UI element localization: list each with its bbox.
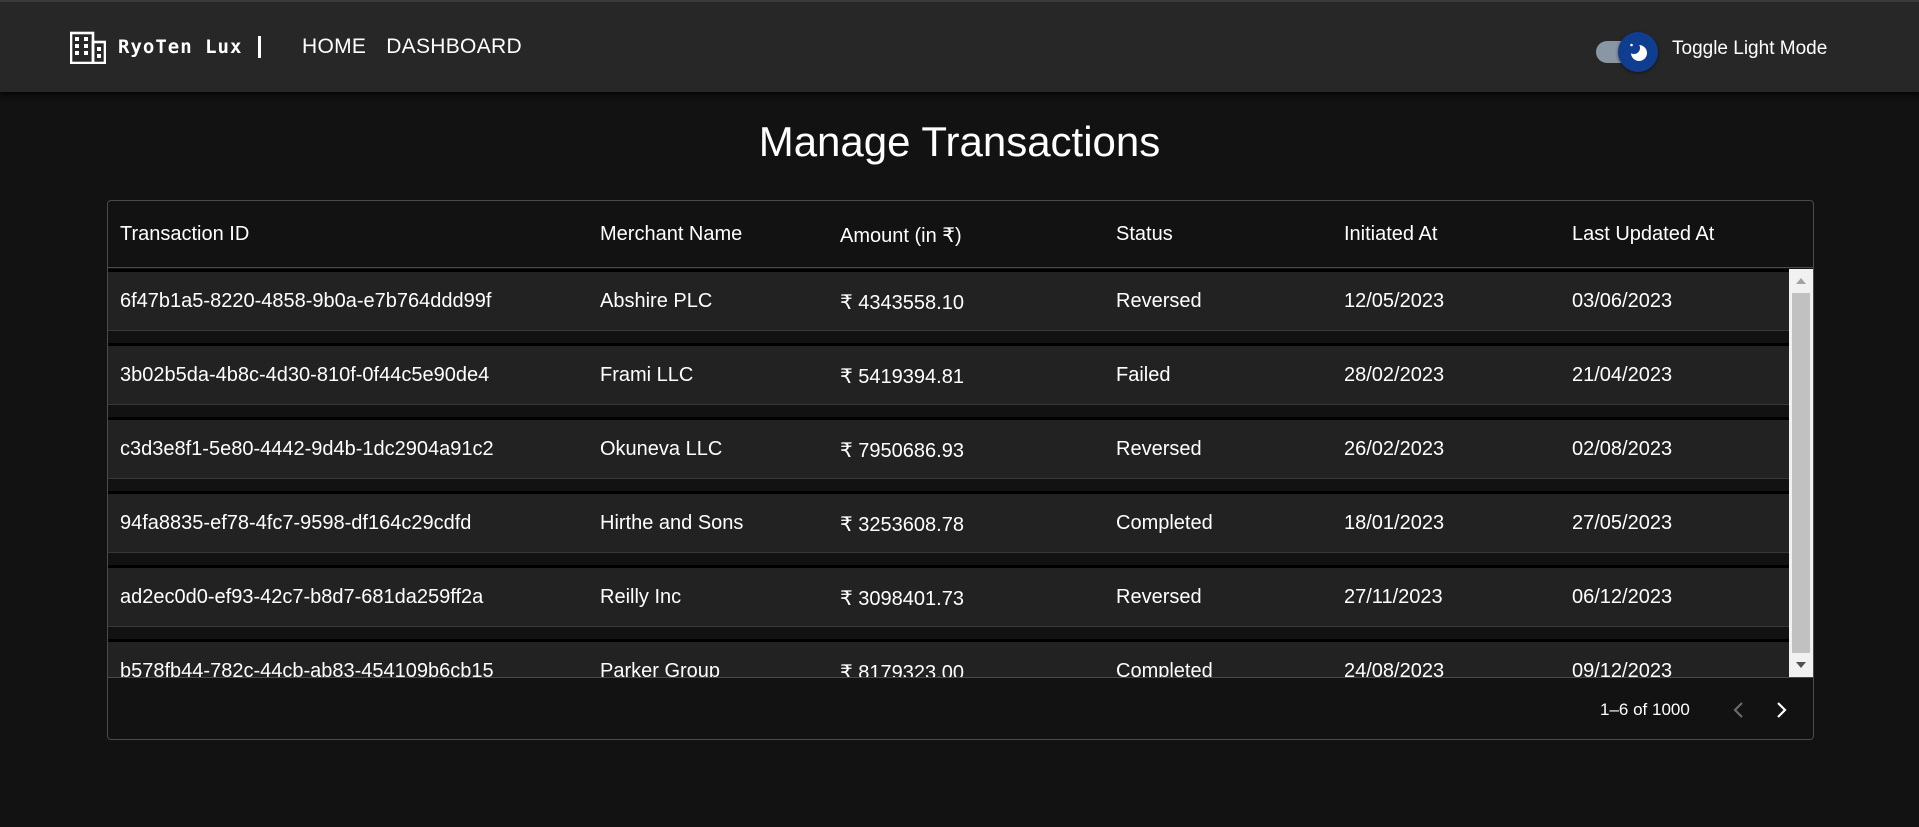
cell-merchant-name: Okuneva LLC (600, 438, 723, 460)
cell-status: Reversed (1116, 290, 1202, 312)
chevron-left-icon (1733, 702, 1743, 718)
main-nav: HOME DASHBOARD (302, 35, 522, 59)
cell-transaction-id: 94fa8835-ef78-4fc7-9598-df164c29cdfd (120, 512, 472, 534)
cell-status: Reversed (1116, 586, 1202, 608)
theme-toggle[interactable]: Toggle Light Mode (1594, 30, 1828, 72)
column-header-last-updated-at[interactable]: Last Updated At (1572, 223, 1714, 246)
brand-divider (258, 36, 262, 58)
cell-status: Failed (1116, 364, 1171, 386)
table-row[interactable]: c3d3e8f1-5e80-4442-9d4b-1dc2904a91c2 Oku… (108, 417, 1789, 479)
table-row[interactable]: 3b02b5da-4b8c-4d30-810f-0f44c5e90de4 Fra… (108, 343, 1789, 405)
cell-transaction-id: ad2ec0d0-ef93-42c7-b8d7-681da259ff2a (120, 586, 484, 608)
column-header-amount[interactable]: Amount (in ₹) (840, 223, 962, 248)
cell-merchant-name: Parker Group (600, 660, 721, 677)
table-row[interactable]: 6f47b1a5-8220-4858-9b0a-e7b764ddd99f Abs… (108, 269, 1789, 331)
triangle-down-icon (1796, 662, 1806, 668)
cell-amount: ₹ 4343558.10 (840, 292, 964, 314)
column-header-transaction-id[interactable]: Transaction ID (120, 223, 249, 246)
switch-thumb[interactable] (1618, 32, 1658, 72)
cell-initiated-at: 18/01/2023 (1344, 512, 1445, 534)
cell-merchant-name: Hirthe and Sons (600, 512, 744, 534)
cell-initiated-at: 24/08/2023 (1344, 660, 1445, 677)
cell-last-updated-at: 27/05/2023 (1572, 512, 1673, 534)
scrollbar-thumb[interactable] (1792, 293, 1810, 653)
table-footer: 1–6 of 1000 (108, 677, 1813, 739)
nav-dashboard-link[interactable]: DASHBOARD (386, 35, 522, 59)
app-bar: RyoTen Lux HOME DASHBOARD Toggle Light M… (0, 0, 1919, 92)
cell-initiated-at: 27/11/2023 (1344, 586, 1443, 608)
chevron-right-icon (1777, 702, 1787, 718)
table-row[interactable]: 94fa8835-ef78-4fc7-9598-df164c29cdfd Hir… (108, 491, 1789, 553)
cell-last-updated-at: 09/12/2023 (1572, 660, 1673, 677)
table-header: Transaction ID Merchant Name Amount (in … (108, 201, 1813, 268)
cell-last-updated-at: 03/06/2023 (1572, 290, 1673, 312)
column-header-status[interactable]: Status (1116, 223, 1173, 246)
cell-transaction-id: b578fb44-782c-44cb-ab83-454109b6cb15 (120, 660, 494, 677)
cell-last-updated-at: 06/12/2023 (1572, 586, 1673, 608)
cell-amount: ₹ 7950686.93 (840, 440, 964, 462)
brand-name: RyoTen Lux (118, 36, 243, 58)
table-body: 6f47b1a5-8220-4858-9b0a-e7b764ddd99f Abs… (108, 269, 1813, 677)
column-header-merchant-name[interactable]: Merchant Name (600, 223, 742, 246)
scroll-up-arrow[interactable] (1789, 271, 1813, 291)
table-row[interactable]: b578fb44-782c-44cb-ab83-454109b6cb15 Par… (108, 639, 1789, 677)
page-title: Manage Transactions (758, 118, 1161, 165)
table-row[interactable]: ad2ec0d0-ef93-42c7-b8d7-681da259ff2a Rei… (108, 565, 1789, 627)
cell-transaction-id: 6f47b1a5-8220-4858-9b0a-e7b764ddd99f (120, 290, 492, 312)
nav-home-link[interactable]: HOME (302, 35, 366, 59)
next-page-button[interactable] (1762, 690, 1802, 730)
cell-initiated-at: 28/02/2023 (1344, 364, 1445, 386)
building-icon (70, 31, 106, 64)
column-header-initiated-at[interactable]: Initiated At (1344, 223, 1437, 246)
cell-last-updated-at: 21/04/2023 (1572, 364, 1673, 386)
cell-initiated-at: 26/02/2023 (1344, 438, 1445, 460)
cell-amount: ₹ 3098401.73 (840, 588, 964, 610)
previous-page-button[interactable] (1718, 690, 1758, 730)
pagination-range: 1–6 of 1000 (1600, 700, 1690, 719)
transactions-table: Transaction ID Merchant Name Amount (in … (107, 200, 1814, 740)
triangle-up-icon (1796, 278, 1806, 284)
cell-amount: ₹ 3253608.78 (840, 514, 964, 536)
cell-transaction-id: c3d3e8f1-5e80-4442-9d4b-1dc2904a91c2 (120, 438, 494, 460)
cell-merchant-name: Abshire PLC (600, 290, 713, 312)
cell-initiated-at: 12/05/2023 (1344, 290, 1445, 312)
cell-transaction-id: 3b02b5da-4b8c-4d30-810f-0f44c5e90de4 (120, 364, 490, 386)
cell-last-updated-at: 02/08/2023 (1572, 438, 1673, 460)
cell-merchant-name: Frami LLC (600, 364, 694, 386)
cell-amount: ₹ 5419394.81 (840, 366, 964, 388)
table-scrollbar[interactable] (1789, 269, 1813, 677)
cell-amount: ₹ 8179323.00 (840, 662, 964, 677)
theme-toggle-label: Toggle Light Mode (1672, 38, 1828, 59)
cell-merchant-name: Reilly Inc (600, 586, 682, 608)
cell-status: Completed (1116, 660, 1213, 677)
brand[interactable]: RyoTen Lux (70, 30, 262, 64)
scroll-down-arrow[interactable] (1789, 655, 1813, 675)
theme-switch[interactable] (1594, 30, 1658, 72)
moon-icon (1628, 42, 1647, 61)
cell-status: Reversed (1116, 438, 1202, 460)
cell-status: Completed (1116, 512, 1213, 534)
